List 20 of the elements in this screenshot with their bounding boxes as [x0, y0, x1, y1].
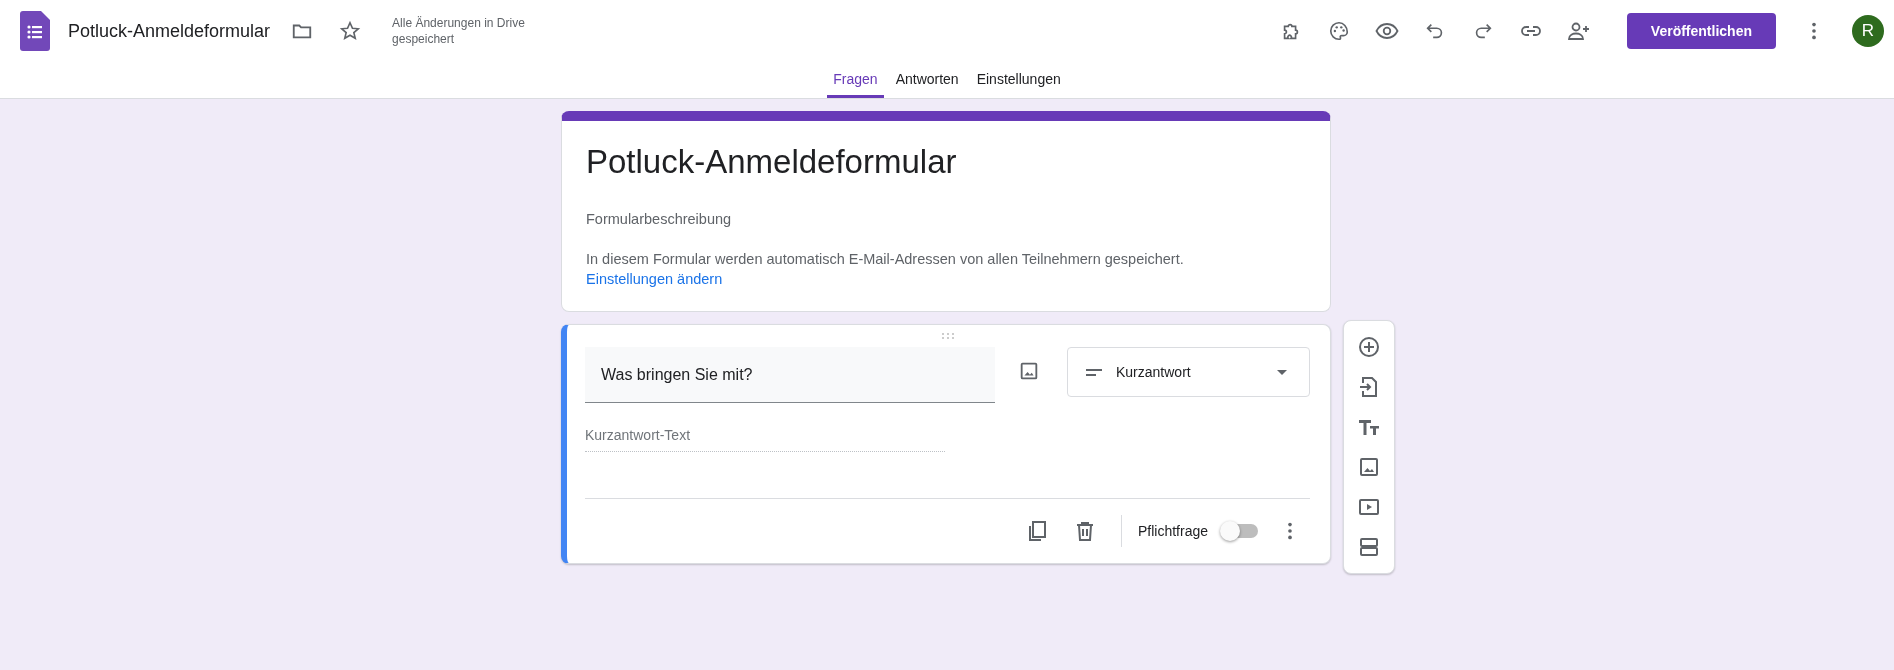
tab[interactable]: Fragen — [827, 62, 884, 98]
publish-button[interactable]: Veröffentlichen — [1626, 13, 1776, 49]
required-toggle[interactable] — [1222, 524, 1258, 538]
required-label: Pflichtfrage — [1137, 523, 1208, 539]
settings-link[interactable]: Einstellungen ändern — [586, 271, 723, 287]
forms-logo-icon[interactable] — [20, 11, 50, 51]
tab[interactable]: Einstellungen — [970, 62, 1067, 98]
caret-icon — [1277, 369, 1287, 375]
tab[interactable]: Antworten — [889, 62, 965, 98]
avatar[interactable]: R — [1852, 15, 1884, 47]
form-title[interactable]: Potluck-Anmeldeformular — [586, 143, 1306, 181]
question-title-field[interactable]: Was bringen Sie mit? — [585, 347, 995, 403]
document-title[interactable]: Potluck-Anmeldeformular — [68, 20, 271, 42]
save-status: Alle Änderungen in Drive gespeichert — [392, 15, 526, 47]
short-text-icon — [1086, 368, 1102, 376]
question-type-dropdown[interactable]: Kurzantwort — [1067, 347, 1310, 397]
email-notice: In diesem Formular werden automatisch E-Mail-Adressen von allen Teilnehmern gespeichert. Einstellungen ändern — [586, 250, 1185, 289]
form-description-field[interactable]: Formularbeschreibung — [586, 211, 1306, 227]
answer-field: Kurzantwort-Text — [585, 427, 945, 452]
drag-handle-icon[interactable] — [940, 333, 955, 339]
